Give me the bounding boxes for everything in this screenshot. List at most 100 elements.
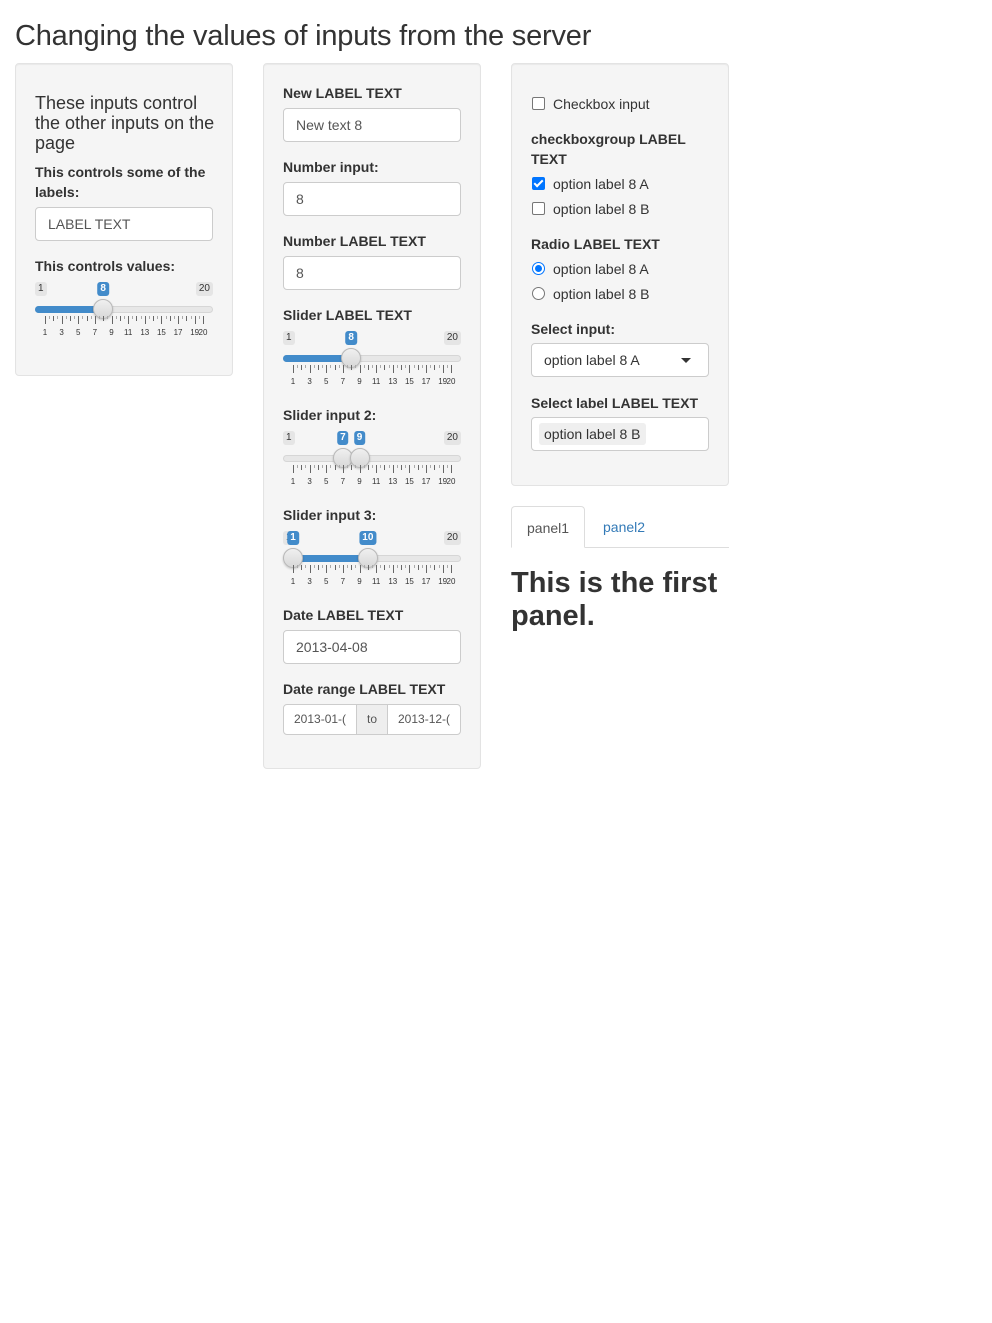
value-control-label: This controls values: [35,258,176,274]
checkbox-group-option-a[interactable]: option label 8 A [532,174,649,194]
slider-tick [367,465,369,470]
slider-tick [86,316,88,321]
slider-tick [326,365,328,373]
slider-tick [338,465,340,468]
checkbox[interactable] [532,177,545,190]
radio-button[interactable] [532,287,545,300]
slider-max-label: 20 [443,531,461,545]
slider-tick [430,465,432,468]
slider-value-label: 10 [359,531,377,545]
slider-tick [305,465,307,468]
slider-tick [309,365,311,373]
slider-tick-label: 9 [357,377,362,386]
date-range-group: 2013-01-( to 2013-12-( [283,704,461,735]
date-range-start[interactable]: 2013-01-( [283,704,357,735]
tab-panel2[interactable]: panel2 [588,506,660,548]
slider-tick [74,316,76,319]
number-label-input-label: Number LABEL TEXT [283,233,426,249]
checkbox[interactable] [532,202,545,215]
slider-tick [65,316,67,319]
slider-tick [309,465,311,473]
slider-tick-label: 7 [92,328,98,337]
slider-tick [451,565,452,573]
slider-tick [421,365,423,368]
slider-tick [388,365,390,368]
slider-tick [351,465,353,470]
slider-tick-label: 11 [372,577,381,586]
number-input[interactable]: 8 [283,182,461,216]
label-control-label: This controls some of the labels: [35,164,206,200]
selected-item-chip[interactable]: option label 8 B [539,423,646,445]
slider-tick-label: 5 [324,377,329,386]
checkbox-group-option-b[interactable]: option label 8 B [532,199,650,219]
slider-tick-label: 1 [290,477,296,486]
slider-tick-label: 13 [140,328,150,337]
slider-tick [384,465,386,470]
slider-grid: 1 3 5 7 9 11 13 15 17 19 20 [283,565,461,587]
slider-tick [359,565,361,573]
slider-tick-label: 11 [372,477,381,486]
slider-grid: 1 3 5 7 9 11 13 15 17 19 20 [35,316,213,338]
slider-tick [426,465,428,473]
option-label: option label 8 A [553,176,649,192]
slider-tick [322,565,324,568]
checkbox[interactable] [532,97,545,110]
slider-tick [396,465,398,468]
checkbox-input[interactable]: Checkbox input [532,94,650,114]
slider-tick [451,465,452,473]
slider-tick [342,365,344,373]
slider-tick [372,465,373,468]
slider-tick [421,465,423,468]
slider-value-label: 8 [345,331,357,345]
slider-value-label: 7 [337,431,349,445]
slider2[interactable]: 1 20 7 9 1 3 5 7 9 11 13 15 17 19 20 [283,431,461,487]
slider-tick [161,316,163,324]
slider-tick [392,365,394,373]
radio-group-label: Radio LABEL TEXT [531,236,660,252]
label-control-input[interactable]: LABEL TEXT [35,207,213,241]
value-control-slider[interactable]: 1 20 8 1 3 5 7 9 11 13 15 17 19 20 [35,282,213,338]
slider3-label: Slider input 3: [283,507,377,523]
slider-tick [446,565,448,568]
slider-max-label: 20 [443,431,461,445]
slider-tick [380,465,382,468]
radio-option-b[interactable]: option label 8 B [532,284,650,304]
slider-tick [99,316,101,319]
slider-tick-label: 7 [340,477,346,486]
select-label-input[interactable]: option label 8 B [531,417,709,451]
slider-track[interactable] [283,455,461,462]
slider-tick [194,316,196,324]
slider-tick-label: 5 [324,477,329,486]
text-input[interactable]: New text 8 [283,108,461,142]
radio-option-a[interactable]: option label 8 A [532,259,649,279]
slider-tick-label: 20 [446,577,456,586]
slider-tick [190,316,192,319]
slider-tick [442,365,444,373]
slider1[interactable]: 1 20 8 1 3 5 7 9 11 13 15 17 19 20 [283,331,461,387]
radio-button[interactable] [532,262,545,275]
slider-tick-label: 5 [324,577,329,586]
slider-tick [446,365,448,368]
slider-tick [405,465,407,468]
inputs-panel: New LABEL TEXT New text 8 Number input: … [263,63,481,769]
tab-panel1[interactable]: panel1 [511,506,586,548]
slider-tick [409,365,411,373]
tab-content: This is the first panel. [511,567,718,632]
date-range-label: Date range LABEL TEXT [283,681,446,697]
control-panel-heading: These inputs control the other inputs on… [35,93,215,153]
date-range-separator: to [356,704,388,735]
slider-tick [301,365,303,370]
date-range-end[interactable]: 2013-12-( [387,704,461,735]
slider-tick [430,365,432,368]
slider-tick [426,365,428,373]
slider-tick [417,565,419,570]
slider2-label: Slider input 2: [283,407,377,423]
slider-tick-label: 3 [307,477,312,486]
slider3[interactable]: 12011013579111315171920 [283,531,461,587]
slider-tick-label: 3 [307,377,312,386]
select-input[interactable]: option label 8 A [531,343,709,377]
slider-tick [334,565,336,570]
date-input[interactable]: 2013-04-08 [283,630,461,664]
slider-tick [421,565,423,568]
number-label-input[interactable]: 8 [283,256,461,290]
